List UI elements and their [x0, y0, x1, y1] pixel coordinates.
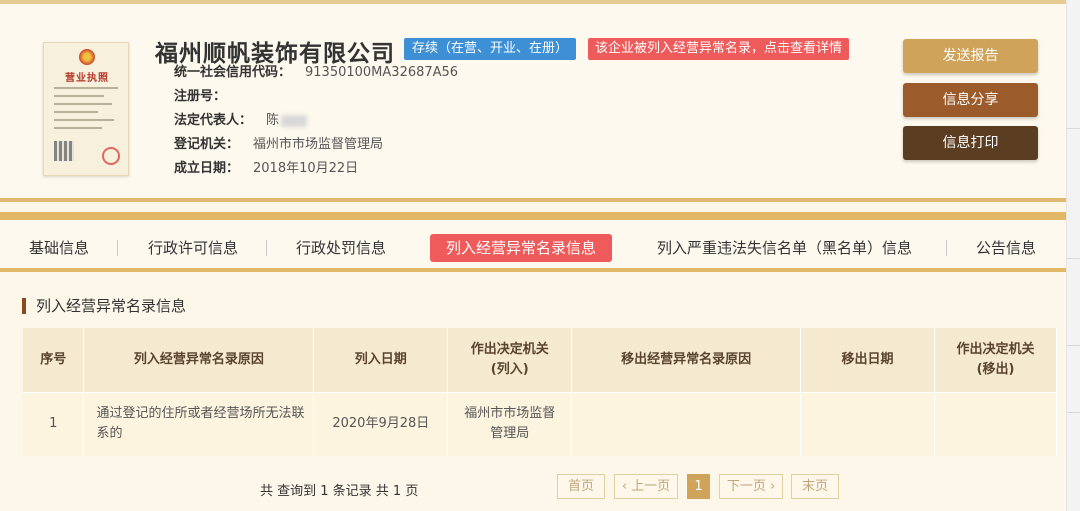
- send-report-button[interactable]: 发送报告: [903, 39, 1038, 73]
- tab-separator: [117, 240, 118, 256]
- info-tabs: 基础信息 行政许可信息 行政处罚信息 列入经营异常名录信息 列入严重违法失信名单…: [0, 220, 1066, 272]
- license-text-line: [54, 87, 118, 89]
- registration-authority-value: 福州市市场监督管理局: [253, 137, 384, 152]
- next-page-label: 下一页: [726, 479, 766, 494]
- cell-removal-date: [800, 391, 936, 456]
- prev-page-label: 上一页: [631, 479, 671, 494]
- next-page-button[interactable]: 下一页 ›: [719, 474, 783, 499]
- col-header-listing-reason: 列入经营异常名录原因: [83, 328, 315, 392]
- tab-announcements[interactable]: 公告信息: [976, 234, 1036, 262]
- license-text-line: [54, 111, 98, 113]
- chevron-right-icon: ›: [765, 479, 776, 494]
- abnormal-list-section: 列入经营异常名录信息 序号 列入经营异常名录原因 列入日期 作出决定机关 (列入…: [0, 276, 1066, 511]
- tab-blacklist[interactable]: 列入严重违法失信名单（黑名单）信息: [657, 234, 912, 262]
- col-header-removal-date: 移出日期: [800, 328, 936, 392]
- tab-separator: [266, 240, 267, 256]
- tab-separator: [946, 240, 947, 256]
- edge-mark: [1067, 128, 1080, 129]
- license-text-line: [54, 95, 104, 97]
- abnormal-list-table: 序号 列入经营异常名录原因 列入日期 作出决定机关 (列入) 移出经营异常名录原…: [23, 328, 1057, 456]
- edge-mark: [1067, 345, 1080, 346]
- national-emblem-icon: [79, 49, 95, 65]
- legal-representative-row: 法定代表人： 陈: [174, 111, 308, 131]
- license-text-line: [54, 127, 102, 129]
- registration-authority-label: 登记机关：: [174, 137, 240, 152]
- credit-code-value: 91350100MA32687A56: [305, 65, 459, 80]
- establishment-date-value: 2018年10月22日: [253, 161, 359, 176]
- tab-admin-license[interactable]: 行政许可信息: [148, 234, 238, 262]
- col-header-listing-date: 列入日期: [313, 328, 449, 392]
- section-title: 列入经营异常名录信息: [22, 298, 186, 314]
- last-page-button[interactable]: 末页: [791, 474, 839, 499]
- abnormal-list-notice[interactable]: 该企业被列入经营异常名录，点击查看详情: [588, 38, 850, 60]
- col-header-removal-reason: 移出经营异常名录原因: [571, 328, 802, 392]
- legal-representative-value: 陈: [266, 113, 280, 128]
- status-badge: 存续（在营、开业、在册）: [404, 38, 577, 60]
- company-card: 营业执照 福州顺帆装饰有限公司 存续（在营、开业、在册） 该企业被列入经营异常名…: [0, 4, 1066, 202]
- cell-listing-authority: 福州市市场监督管理局: [447, 391, 573, 456]
- registration-number-row: 注册号：: [174, 87, 240, 107]
- registration-number-label: 注册号：: [174, 89, 227, 104]
- edge-mark: [1067, 412, 1080, 413]
- prev-page-button[interactable]: ‹ 上一页: [614, 474, 678, 499]
- pagination-summary: 共 查询到 1 条记录 共 1 页: [260, 484, 419, 499]
- col-header-listing-authority: 作出决定机关 (列入): [447, 328, 573, 392]
- col-header-index: 序号: [23, 328, 85, 392]
- license-title: 营业执照: [65, 73, 109, 84]
- current-page-button[interactable]: 1: [687, 474, 710, 499]
- credit-code-label: 统一社会信用代码：: [174, 65, 292, 80]
- establishment-date-row: 成立日期： 2018年10月22日: [174, 159, 358, 179]
- credit-code-row: 统一社会信用代码： 91350100MA32687A56: [174, 63, 458, 83]
- cell-listing-reason: 通过登记的住所或者经营场所无法联系的: [83, 391, 315, 456]
- legal-representative-label: 法定代表人：: [174, 113, 253, 128]
- tab-admin-penalty[interactable]: 行政处罚信息: [296, 234, 386, 262]
- table-row: 1 通过登记的住所或者经营场所无法联系的 2020年9月28日 福州市市场监督管…: [23, 391, 1057, 456]
- cell-listing-date: 2020年9月28日: [313, 391, 449, 456]
- license-text-line: [54, 119, 114, 121]
- share-info-button[interactable]: 信息分享: [903, 83, 1038, 117]
- registration-authority-row: 登记机关： 福州市市场监督管理局: [174, 135, 383, 155]
- cell-index: 1: [23, 391, 85, 456]
- redacted-name-blur: [281, 114, 308, 127]
- cell-removal-reason: [571, 391, 802, 456]
- section-divider: [0, 212, 1066, 220]
- first-page-button[interactable]: 首页: [557, 474, 605, 499]
- license-text-line: [54, 103, 112, 105]
- col-header-removal-authority: 作出决定机关 (移出): [934, 328, 1057, 392]
- chevron-left-icon: ‹: [621, 479, 632, 494]
- business-license-thumbnail[interactable]: 营业执照: [43, 42, 129, 176]
- edge-mark: [1067, 258, 1080, 259]
- tab-abnormal-list[interactable]: 列入经营异常名录信息: [430, 234, 613, 262]
- establishment-date-label: 成立日期：: [174, 161, 240, 176]
- table-header-row: 序号 列入经营异常名录原因 列入日期 作出决定机关 (列入) 移出经营异常名录原…: [23, 328, 1057, 392]
- qr-code-icon: [54, 141, 74, 161]
- cell-removal-authority: [934, 391, 1057, 456]
- window-right-edge: [1066, 0, 1080, 511]
- official-seal-icon: [102, 147, 120, 165]
- print-info-button[interactable]: 信息打印: [903, 126, 1038, 160]
- tab-basic-info[interactable]: 基础信息: [29, 234, 89, 262]
